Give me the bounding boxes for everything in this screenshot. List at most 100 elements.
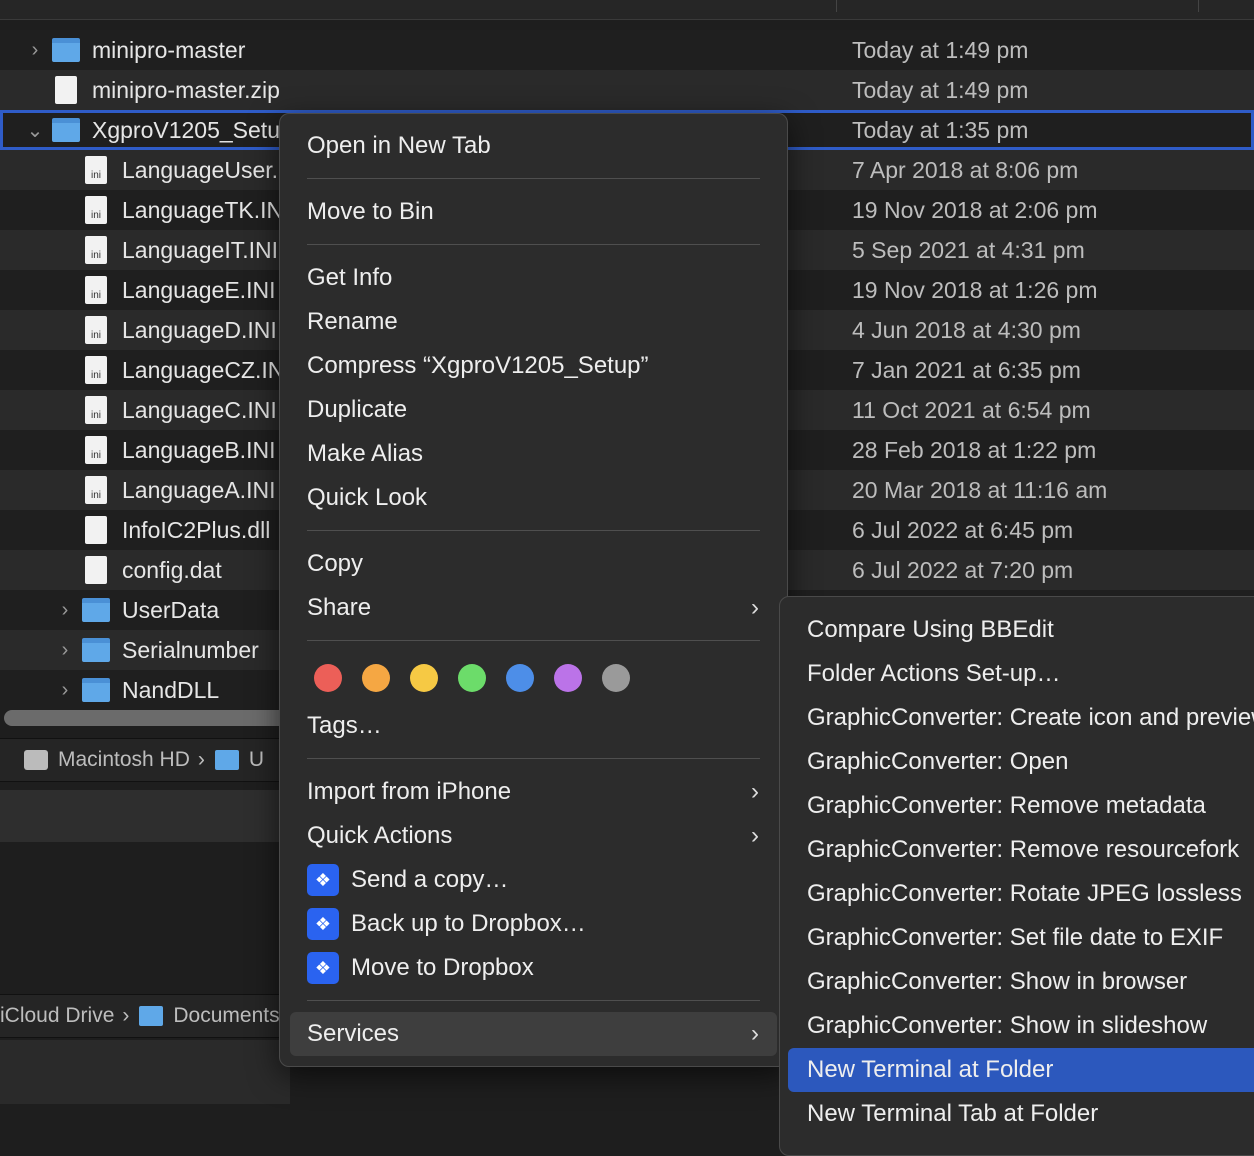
menu-item-import-iphone[interactable]: Import from iPhone ›: [280, 770, 787, 814]
menu-item-get-info[interactable]: Get Info: [280, 256, 787, 300]
chevron-right-icon: ›: [751, 822, 759, 849]
menu-item-copy[interactable]: Copy: [280, 542, 787, 586]
file-name: LanguageCZ.INI: [122, 356, 291, 383]
path-item-user[interactable]: U: [249, 748, 264, 772]
tag-color-dot[interactable]: [506, 664, 534, 692]
folder-icon: [52, 38, 80, 62]
column-divider[interactable]: [1198, 0, 1199, 12]
chevron-right-icon[interactable]: ›: [55, 639, 75, 662]
ini-file-icon: ini: [85, 276, 107, 304]
menu-item-move-dropbox[interactable]: ❖ Move to Dropbox: [280, 946, 787, 990]
chevron-right-icon: ›: [751, 1020, 759, 1047]
service-item[interactable]: New Terminal at Folder: [788, 1048, 1254, 1092]
menu-item-label: Import from iPhone: [307, 778, 512, 805]
ini-file-icon: ini: [85, 196, 107, 224]
menu-item-open-new-tab[interactable]: Open in New Tab: [280, 124, 787, 168]
chevron-right-icon[interactable]: ›: [25, 39, 45, 62]
service-item[interactable]: GraphicConverter: Remove metadata: [780, 784, 1254, 828]
chevron-right-icon: ›: [122, 1004, 130, 1027]
service-item[interactable]: GraphicConverter: Set file date to EXIF: [780, 916, 1254, 960]
ini-file-icon: ini: [85, 236, 107, 264]
menu-item-label: Send a copy…: [351, 866, 509, 893]
file-row[interactable]: minipro-master.zip Today at 1:49 pm: [0, 70, 1254, 110]
file-name: LanguageA.INI: [122, 476, 276, 503]
menu-item-share[interactable]: Share ›: [280, 586, 787, 630]
service-item[interactable]: GraphicConverter: Show in browser: [780, 960, 1254, 1004]
date-modified: 7 Apr 2018 at 8:06 pm: [852, 156, 1079, 183]
menu-item-duplicate[interactable]: Duplicate: [280, 388, 787, 432]
file-name: LanguageTK.INI: [122, 196, 290, 223]
path-bar: Macintosh HD › U: [0, 738, 290, 782]
menu-item-rename[interactable]: Rename: [280, 300, 787, 344]
menu-item-label: Quick Actions: [307, 822, 453, 849]
menu-item-label: Back up to Dropbox…: [351, 910, 586, 937]
menu-item-quick-actions[interactable]: Quick Actions ›: [280, 814, 787, 858]
chevron-down-icon[interactable]: ⌄: [25, 118, 45, 143]
column-header: [0, 0, 1254, 20]
menu-item-move-to-bin[interactable]: Move to Bin: [280, 190, 787, 234]
dropbox-icon: ❖: [307, 864, 339, 896]
tag-colors: [280, 652, 787, 704]
file-name: InfoIC2Plus.dll: [122, 516, 271, 543]
service-item[interactable]: GraphicConverter: Open: [780, 740, 1254, 784]
service-item[interactable]: New Terminal Tab at Folder: [780, 1092, 1254, 1136]
ini-file-icon: ini: [85, 316, 107, 344]
chevron-right-icon[interactable]: ›: [55, 679, 75, 702]
tag-color-dot[interactable]: [554, 664, 582, 692]
file-row[interactable]: › minipro-master Today at 1:49 pm: [0, 30, 1254, 70]
column-divider[interactable]: [836, 0, 837, 12]
menu-item-label: Share: [307, 594, 372, 621]
menu-separator: [307, 530, 760, 531]
service-item[interactable]: Folder Actions Set-up…: [780, 652, 1254, 696]
file-name: config.dat: [122, 556, 222, 583]
tag-color-dot[interactable]: [602, 664, 630, 692]
ini-file-icon: ini: [85, 356, 107, 384]
path-item-drive[interactable]: Macintosh HD: [58, 748, 190, 772]
horizontal-scrollbar[interactable]: [4, 710, 294, 726]
date-modified: Today at 1:35 pm: [852, 116, 1029, 143]
file-name: LanguageIT.INI: [122, 236, 279, 263]
menu-item-backup-dropbox[interactable]: ❖ Back up to Dropbox…: [280, 902, 787, 946]
service-item[interactable]: GraphicConverter: Show in slideshow: [780, 1004, 1254, 1048]
date-modified: 6 Jul 2022 at 7:20 pm: [852, 556, 1074, 583]
menu-item-services[interactable]: Services ›: [290, 1012, 777, 1056]
chevron-right-icon: ›: [751, 594, 759, 621]
file-name: minipro-master: [92, 36, 246, 63]
menu-separator: [307, 640, 760, 641]
folder-icon: [139, 1006, 164, 1026]
date-modified: Today at 1:49 pm: [852, 36, 1029, 63]
menu-item-make-alias[interactable]: Make Alias: [280, 432, 787, 476]
menu-item-tags[interactable]: Tags…: [280, 704, 787, 748]
folder-icon: [52, 118, 80, 142]
date-modified: 5 Sep 2021 at 4:31 pm: [852, 236, 1085, 263]
menu-item-send-copy[interactable]: ❖ Send a copy…: [280, 858, 787, 902]
tag-color-dot[interactable]: [314, 664, 342, 692]
menu-separator: [307, 178, 760, 179]
tag-color-dot[interactable]: [362, 664, 390, 692]
file-name: LanguageD.INI: [122, 316, 277, 343]
date-modified: 28 Feb 2018 at 1:22 pm: [852, 436, 1097, 463]
menu-item-quick-look[interactable]: Quick Look: [280, 476, 787, 520]
context-menu: Open in New Tab Move to Bin Get Info Ren…: [279, 113, 788, 1067]
path-item-icloud[interactable]: iCloud Drive: [0, 1004, 114, 1028]
menu-item-label: Services: [307, 1020, 400, 1047]
window-panel: [0, 1040, 290, 1104]
zip-file-icon: [55, 76, 77, 104]
chevron-right-icon[interactable]: ›: [55, 599, 75, 622]
service-item[interactable]: GraphicConverter: Remove resourcefork: [780, 828, 1254, 872]
menu-separator: [307, 758, 760, 759]
tag-color-dot[interactable]: [410, 664, 438, 692]
service-item[interactable]: GraphicConverter: Create icon and previe…: [780, 696, 1254, 740]
path-item-documents[interactable]: Documents: [173, 1004, 279, 1028]
ini-file-icon: ini: [85, 396, 107, 424]
ini-file-icon: ini: [85, 156, 107, 184]
dat-file-icon: [85, 556, 107, 584]
tag-color-dot[interactable]: [458, 664, 486, 692]
menu-item-compress[interactable]: Compress “XgproV1205_Setup”: [280, 344, 787, 388]
menu-item-label: Move to Dropbox: [351, 954, 534, 981]
service-item[interactable]: Compare Using BBEdit: [780, 608, 1254, 652]
date-modified: 20 Mar 2018 at 11:16 am: [852, 476, 1108, 503]
window-panel: [0, 790, 290, 842]
chevron-right-icon: ›: [197, 748, 205, 771]
service-item[interactable]: GraphicConverter: Rotate JPEG lossless: [780, 872, 1254, 916]
